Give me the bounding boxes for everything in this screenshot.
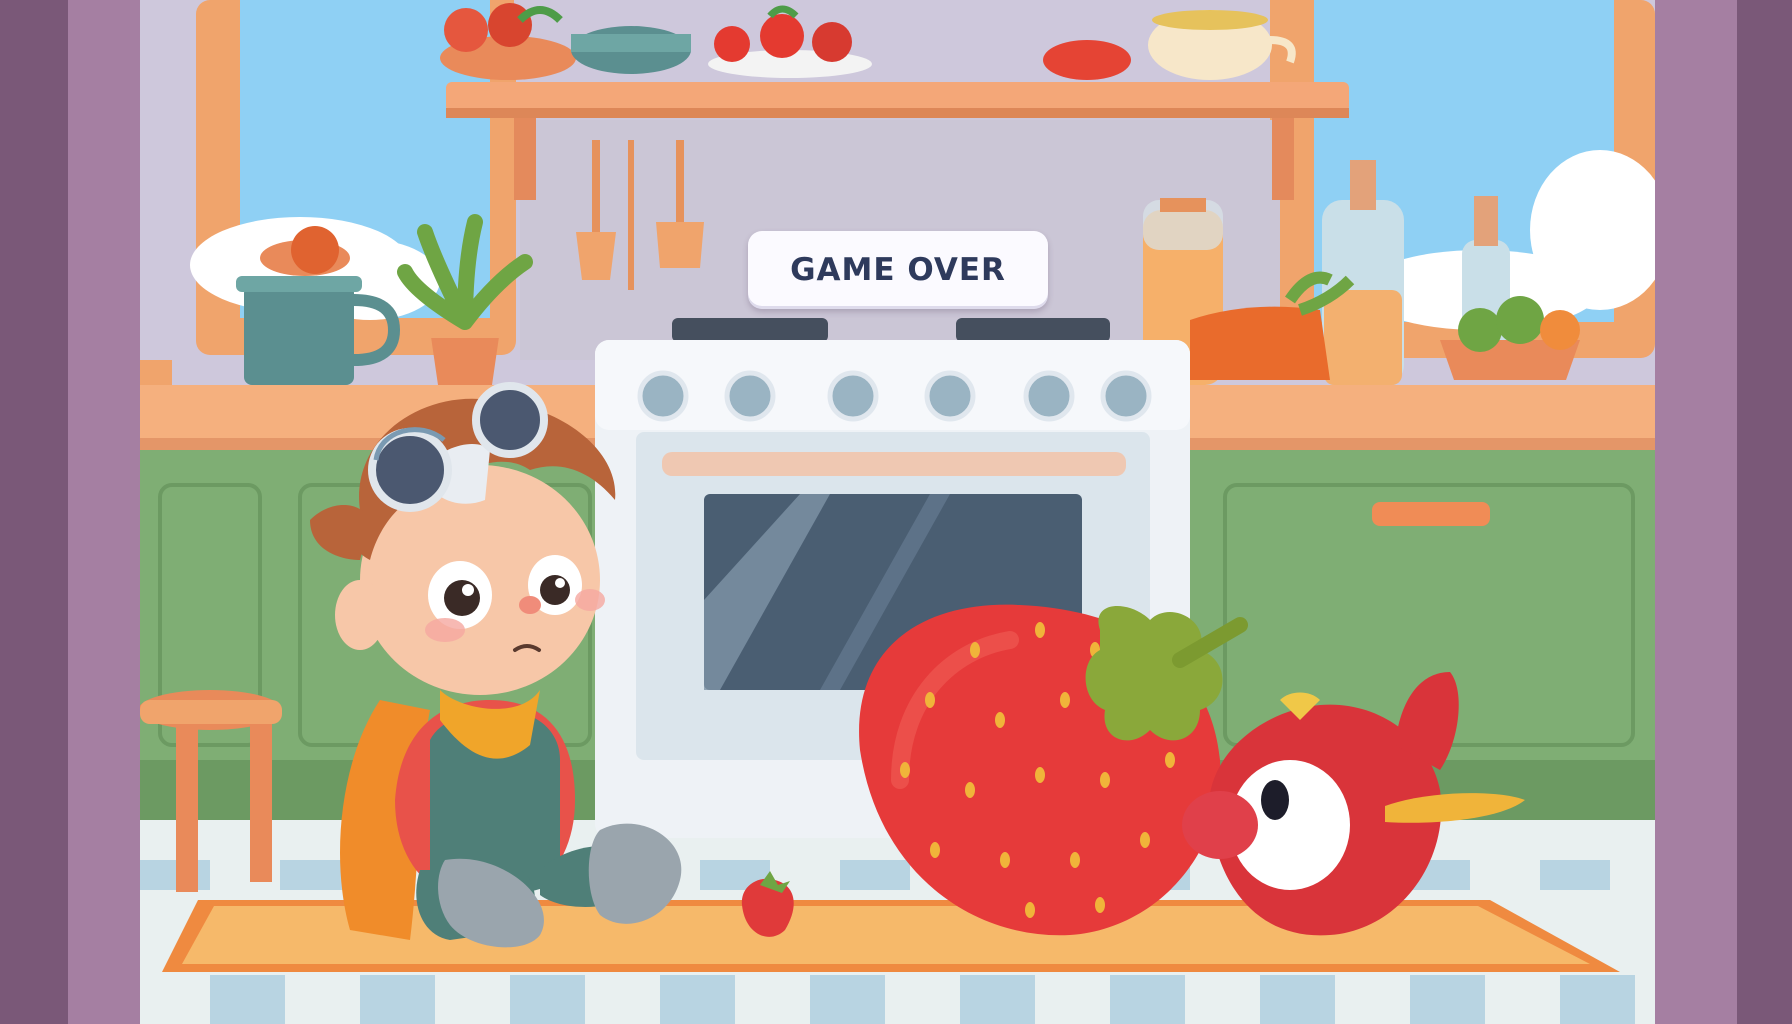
game-over-text: GAME OVER	[790, 252, 1006, 288]
kitchen-background	[0, 0, 1792, 1024]
game-over-banner: GAME OVER	[748, 231, 1048, 309]
game-scene: GAME OVER	[0, 0, 1792, 1024]
